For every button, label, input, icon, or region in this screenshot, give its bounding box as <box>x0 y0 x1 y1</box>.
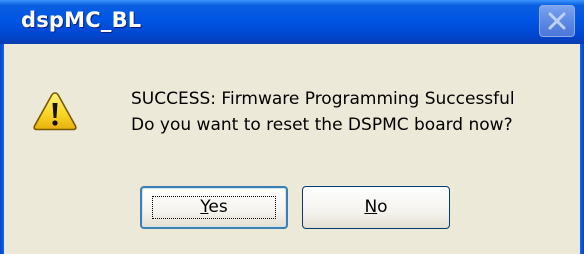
warning-icon <box>33 92 77 131</box>
title-bar[interactable]: dspMC_BL <box>0 0 584 44</box>
yes-button[interactable]: Yes <box>140 186 288 229</box>
no-button-label: No <box>364 197 388 217</box>
message-line-2: Do you want to reset the DSPMC board now… <box>131 115 513 135</box>
close-button[interactable] <box>539 5 575 37</box>
message-box-window: dspMC_BL SUCCESS: Firmware Programming S… <box>0 0 584 254</box>
window-left-border <box>0 44 4 254</box>
message-line-1: SUCCESS: Firmware Programming Successful <box>131 89 515 109</box>
window-title: dspMC_BL <box>21 8 142 32</box>
message-text: SUCCESS: Firmware Programming Successful… <box>131 86 515 138</box>
close-icon <box>548 12 566 30</box>
no-button[interactable]: No <box>302 186 450 229</box>
yes-button-label: Yes <box>200 197 228 217</box>
window-right-border <box>580 44 584 254</box>
